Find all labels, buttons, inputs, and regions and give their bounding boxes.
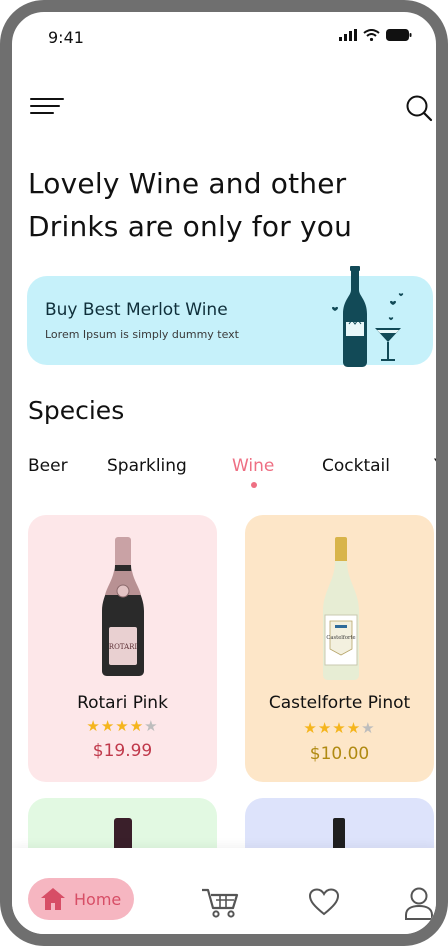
species-tabs: Beer Sparkling Wine Cocktail Y [28, 456, 436, 496]
product-name: Rotari Pink [77, 693, 168, 713]
bottle-label: Castelforte [326, 635, 355, 641]
status-time: 9:41 [48, 28, 84, 47]
menu-icon[interactable] [30, 98, 64, 116]
wifi-icon [363, 29, 380, 41]
headline: Lovely Wine and other Drinks are only fo… [28, 162, 388, 248]
home-icon [41, 888, 65, 910]
star-icon: ★ [129, 717, 145, 735]
status-icons [339, 29, 412, 41]
banner-subtitle: Lorem Ipsum is simply dummy text [45, 328, 239, 341]
profile-icon[interactable] [404, 886, 434, 920]
product-card[interactable]: ROTARI Rotari Pink ★★★★★ $19.99 [28, 515, 217, 782]
star-icon: ★ [317, 719, 333, 737]
tab-sparkling[interactable]: Sparkling [107, 456, 187, 476]
bottle-image: Castelforte [323, 537, 359, 680]
promo-banner[interactable]: Buy Best Merlot Wine Lorem Ipsum is simp… [27, 266, 433, 367]
bottle-image: ROTARI [102, 537, 144, 676]
star-icon: ★ [100, 717, 116, 735]
nav-home[interactable]: Home [28, 878, 134, 920]
section-title-species: Species [28, 396, 125, 425]
battery-icon [386, 29, 412, 41]
banner-title: Buy Best Merlot Wine [45, 300, 228, 320]
tab-wine[interactable]: Wine [232, 456, 274, 476]
star-icon: ★ [303, 719, 318, 737]
rating-stars: ★★★★★ [245, 719, 434, 737]
star-icon: ★ [86, 717, 101, 735]
product-card[interactable]: Castelforte Castelforte Pinot ★★★★★ $10.… [245, 515, 434, 782]
bottom-navigation: Home [12, 848, 436, 934]
star-icon: ★ [361, 719, 376, 737]
active-tab-indicator [251, 482, 257, 488]
heart-icon[interactable] [308, 888, 340, 916]
tab-more[interactable]: Y [434, 456, 436, 476]
nav-home-label: Home [74, 889, 122, 909]
wine-illustration-icon [332, 266, 404, 367]
bottle-label: ROTARI [109, 643, 138, 651]
phone-frame: 9:41 Lovely Wine and other Drinks are on… [0, 0, 448, 946]
search-icon[interactable] [405, 94, 433, 122]
cart-icon[interactable] [200, 886, 240, 918]
rating-stars: ★★★★★ [28, 717, 217, 735]
screen: 9:41 Lovely Wine and other Drinks are on… [12, 12, 436, 934]
product-name: Castelforte Pinot [268, 693, 411, 713]
star-icon: ★ [144, 717, 159, 735]
product-price: $10.00 [309, 744, 370, 764]
star-icon: ★ [332, 719, 347, 737]
signal-icon [339, 29, 357, 41]
tab-beer[interactable]: Beer [28, 456, 68, 476]
headline-line-2: Drinks are only for you [28, 210, 353, 243]
star-icon: ★ [115, 717, 130, 735]
star-icon: ★ [346, 719, 362, 737]
headline-line-1: Lovely Wine and other [28, 167, 347, 200]
product-price: $19.99 [92, 741, 153, 761]
tab-cocktail[interactable]: Cocktail [322, 456, 390, 476]
